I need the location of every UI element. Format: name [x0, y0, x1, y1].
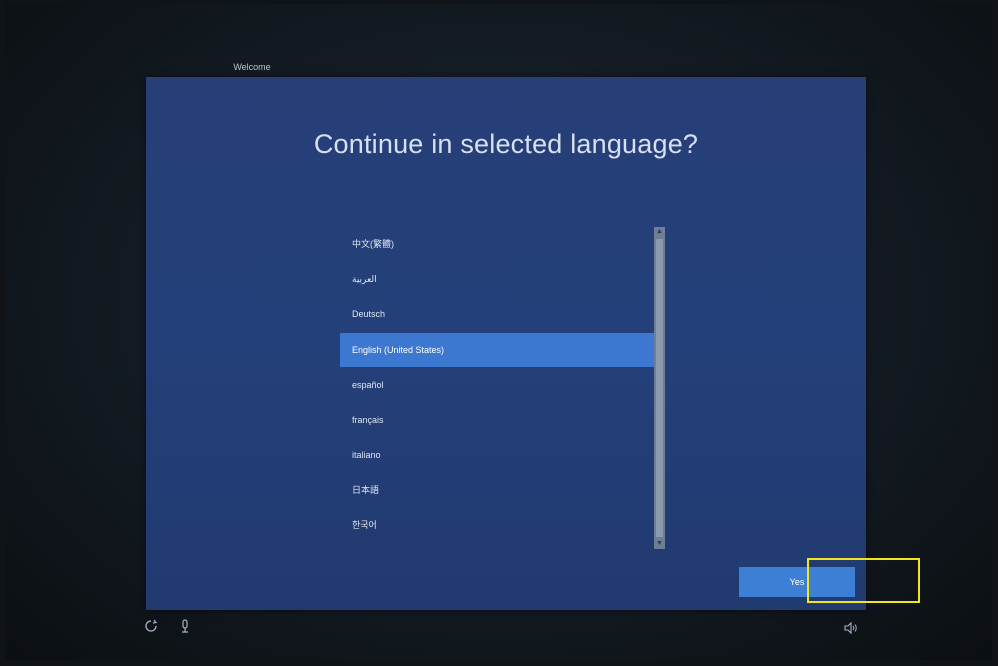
scroll-down-icon[interactable]: ▼ [654, 539, 665, 549]
tab-welcome: Welcome [233, 62, 271, 72]
highlight-box [807, 558, 920, 603]
list-item[interactable]: español [340, 368, 654, 402]
list-item-selected[interactable]: English (United States) [340, 333, 654, 367]
scroll-up-icon[interactable]: ▲ [654, 227, 665, 237]
volume-icon[interactable] [843, 621, 859, 638]
list-item[interactable]: français [340, 403, 654, 437]
list-item[interactable]: italiano [340, 438, 654, 472]
list-item[interactable]: Deutsch [340, 297, 654, 331]
scrollbar[interactable]: ▲ ▼ [654, 227, 665, 549]
list-item[interactable]: 中文(繁體) [340, 227, 654, 261]
list-item[interactable]: 한국어 [340, 508, 654, 542]
scrollbar-thumb[interactable] [656, 239, 663, 537]
list-item[interactable]: العربية [340, 262, 654, 296]
list-item[interactable]: 日本語 [340, 473, 654, 507]
page-title: Continue in selected language? [313, 129, 699, 159]
microphone-icon[interactable] [177, 619, 193, 635]
ease-of-access-icon[interactable] [143, 619, 159, 635]
setup-panel: Continue in selected language? 中文(繁體) ال… [146, 77, 866, 610]
language-list[interactable]: 中文(繁體) العربية Deutsch English (United S… [340, 227, 654, 549]
